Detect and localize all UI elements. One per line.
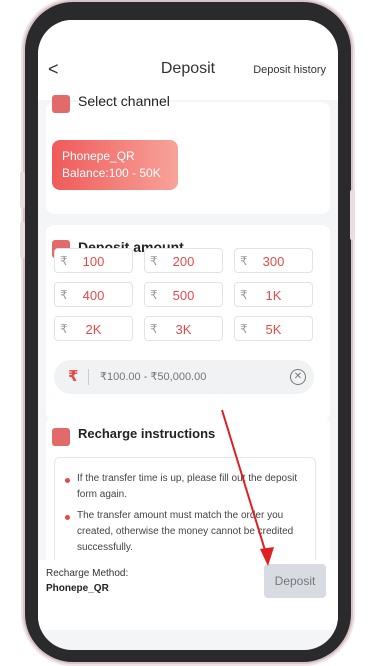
deposit-button[interactable]: Deposit [264, 564, 326, 598]
channel-icon [52, 95, 70, 113]
amount-option-5k[interactable]: ₹5K [234, 316, 313, 341]
side-button [20, 222, 25, 258]
app-screen: < Deposit Deposit history Select channel… [38, 20, 338, 650]
recharge-method-value: Phonepe_QR [46, 583, 109, 594]
rupee-icon: ₹ [68, 368, 79, 385]
channel-title: Select channel [78, 93, 170, 109]
bottom-bar: Recharge Method: Phonepe_QR Deposit [38, 560, 338, 630]
book-icon [52, 428, 70, 446]
instruction-item: If the transfer time is up, please fill … [77, 473, 298, 500]
side-button [20, 172, 25, 208]
header: < Deposit Deposit history [38, 20, 338, 100]
amount-option-500[interactable]: ₹500 [144, 282, 223, 307]
amount-option-1k[interactable]: ₹1K [234, 282, 313, 307]
amount-option-2k[interactable]: ₹2K [54, 316, 133, 341]
channel-option-name: Phonepe_QR [62, 149, 135, 163]
instructions-box: If the transfer time is up, please fill … [54, 457, 316, 567]
bullet-icon [65, 515, 70, 520]
amount-input-wrapper[interactable]: ₹ ✕ [54, 360, 314, 394]
amount-option-3k[interactable]: ₹3K [144, 316, 223, 341]
channel-option-phonepe[interactable]: Phonepe_QR Balance:100 - 50K [52, 140, 178, 190]
recharge-method-label: Recharge Method: [46, 568, 129, 579]
instruction-item: The transfer amount must match the order… [77, 510, 294, 553]
channel-option-balance: Balance:100 - 50K [62, 166, 161, 180]
amount-input[interactable] [100, 366, 270, 388]
power-button [350, 190, 355, 240]
clear-icon[interactable]: ✕ [290, 369, 306, 385]
instructions-title: Recharge instructions [78, 426, 216, 441]
bullet-icon [65, 478, 70, 483]
amount-option-400[interactable]: ₹400 [54, 282, 133, 307]
deposit-history-link[interactable]: Deposit history [253, 64, 326, 76]
amount-option-300[interactable]: ₹300 [234, 248, 313, 273]
amount-option-200[interactable]: ₹200 [144, 248, 223, 273]
divider [88, 369, 89, 385]
amount-option-100[interactable]: ₹100 [54, 248, 133, 273]
